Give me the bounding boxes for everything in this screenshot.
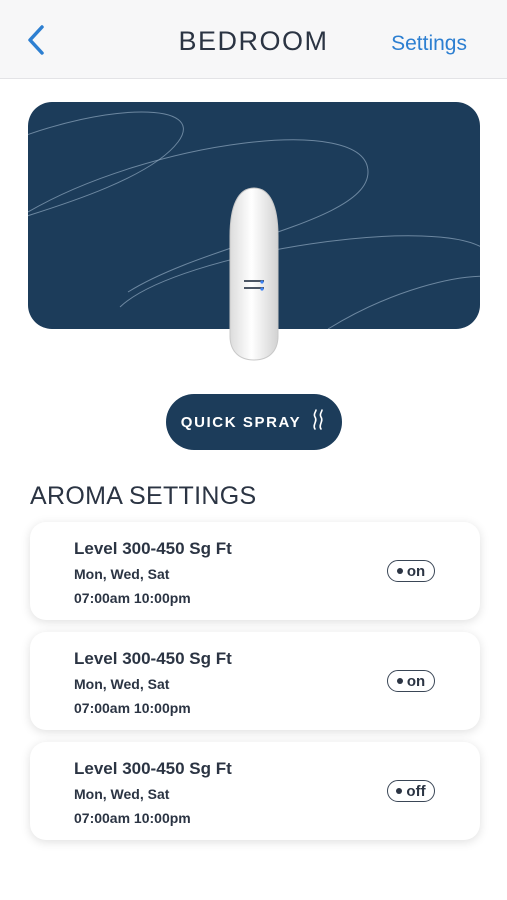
schedule-toggle[interactable]: on (387, 670, 435, 692)
top-nav-bar: BEDROOM Settings (0, 0, 507, 79)
schedule-days: Mon, Wed, Sat (74, 676, 170, 692)
diffuser-device-image (226, 186, 282, 362)
toggle-status: off (406, 782, 426, 800)
schedule-times: 07:00am 10:00pm (74, 810, 191, 826)
schedule-toggle[interactable]: off (387, 780, 435, 802)
schedule-level: Level 300-450 Sg Ft (74, 759, 232, 778)
toggle-dot-icon (396, 568, 403, 574)
schedule-level: Level 300-450 Sg Ft (74, 539, 232, 558)
schedule-days: Mon, Wed, Sat (74, 566, 170, 582)
schedule-level: Level 300-450 Sg Ft (74, 649, 232, 668)
schedule-card[interactable]: Level 300-450 Sg Ft Mon, Wed, Sat 07:00a… (30, 632, 480, 730)
schedule-card[interactable]: Level 300-450 Sg Ft Mon, Wed, Sat 07:00a… (30, 522, 480, 620)
toggle-status: on (406, 672, 426, 690)
toggle-dot-icon (396, 788, 403, 794)
schedule-times: 07:00am 10:00pm (74, 590, 191, 606)
toggle-dot-icon (396, 678, 403, 684)
schedule-card[interactable]: Level 300-450 Sg Ft Mon, Wed, Sat 07:00a… (30, 742, 480, 840)
schedule-times: 07:00am 10:00pm (74, 700, 191, 716)
schedule-toggle[interactable]: on (387, 560, 435, 582)
toggle-status: on (406, 562, 426, 580)
schedule-days: Mon, Wed, Sat (74, 786, 170, 802)
quick-spray-label: QUICK SPRAY (180, 413, 302, 431)
settings-link[interactable]: Settings (391, 32, 467, 56)
quick-spray-button[interactable]: QUICK SPRAY (166, 394, 342, 450)
steam-icon (311, 409, 327, 435)
aroma-settings-heading: AROMA SETTINGS (30, 482, 257, 510)
